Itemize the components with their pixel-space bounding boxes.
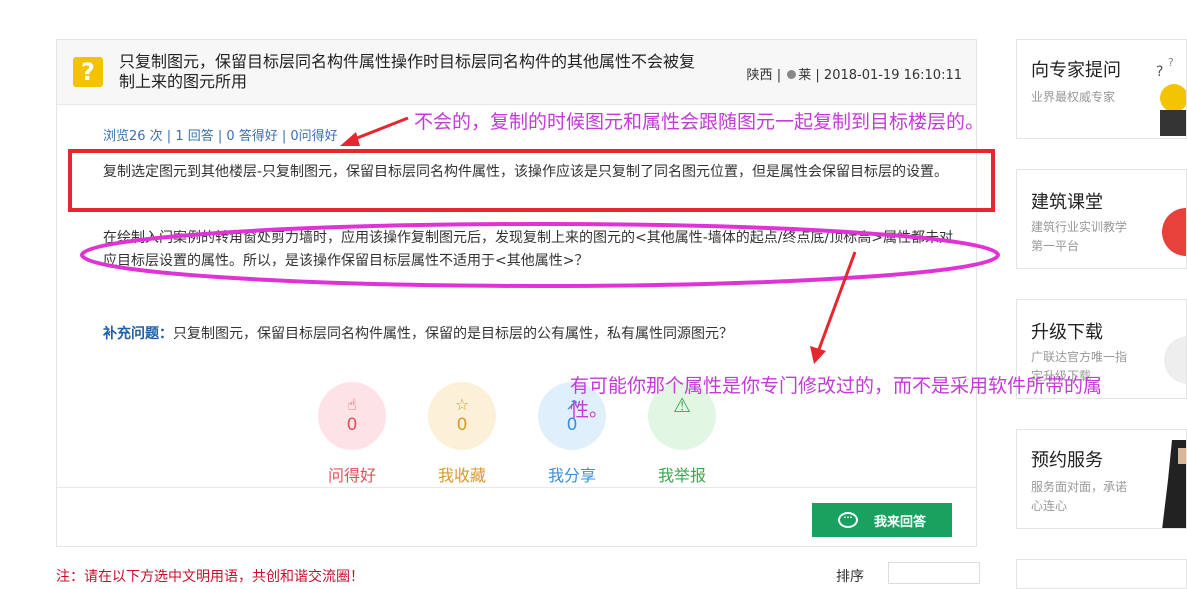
good-question-count: 0 [346,415,358,435]
sidebar-item-title[interactable]: 建筑课堂 [1031,188,1103,214]
action-circle[interactable]: ☆ 0 [428,382,496,450]
question-paragraph-2: 在绘制入门案例的转角窗处剪力墙时，应用该操作复制图元后，发现复制上来的图元的<其… [103,230,953,269]
good-question-label[interactable]: 问得好 [308,462,396,486]
supplement-label: 补充问题： [103,326,173,342]
civil-notice: 注：请在以下方选中文明用语，共创和谐交流圈！ [56,569,364,585]
svg-text:?: ? [1168,56,1174,69]
star-icon: ☆ [454,395,470,414]
favorite-count: 0 [456,415,468,435]
question-mark-icon: ? [73,57,103,87]
supplement-text: 只复制图元，保留目标层同名构件属性，保留的是目标层的公有属性，私有属性同源图元？ [173,326,733,342]
annotation-note-2: 有可能你那个属性是你专门修改过的，而不是采用软件所带的属性。 [570,375,1103,421]
question-meta: 陕西 | 莱 | 2018-01-19 16:10:11 [747,64,962,83]
question-header: ? 只复制图元，保留目标层同名构件属性操作时目标层同名构件的其他属性不会被复制上… [57,40,976,105]
supplement-question: 补充问题：只复制图元，保留目标层同名构件属性，保留的是目标层的公有属性，私有属性… [103,323,733,343]
sidebar-item-desc: 业界最权威专家 [1031,90,1116,104]
sort-label: 排序 [836,569,864,585]
action-favorite[interactable]: ☆ 0 我收藏 [428,382,496,486]
sidebar-ask-expert[interactable]: 向专家提问 业界最权威专家 ? ? [1016,39,1187,139]
post-datetime: 2018-01-19 16:10:11 [823,68,962,83]
user-icon [787,70,797,79]
sidebar-item-title[interactable]: 升级下载 [1031,318,1103,344]
card-divider [57,487,976,488]
sidebar-item-title[interactable]: 向专家提问 [1031,56,1121,82]
annotation-note-1: 不会的，复制的时候图元和属性会跟随图元一起复制到目标楼层的。 [414,111,985,133]
sidebar-appointment-service[interactable]: 预约服务 服务面对面，承诺心连心 [1016,429,1187,529]
expert-mascot-icon: ? ? [1156,56,1186,136]
meta-separator: | [815,68,820,83]
sidebar-building-class[interactable]: 建筑课堂 建筑行业实训教学第一平台 [1016,169,1187,269]
question-stats: 浏览26 次 | 1 回答 | 0 答得好 | 0问得好 [103,129,338,144]
sort-select[interactable] [888,562,980,584]
favorite-label[interactable]: 我收藏 [418,462,506,486]
sidebar-next-card [1016,559,1187,589]
sidebar-item-desc: 服务面对面，承诺心连心 [1031,480,1128,513]
download-icon [1164,336,1186,384]
meta-separator: | [776,68,782,83]
sidebar-item-desc: 建筑行业实训教学第一平台 [1031,220,1128,253]
sidebar-item-title[interactable]: 预约服务 [1031,446,1103,472]
thumbs-up-icon: ☝ [347,395,357,414]
answer-button-label: 我来回答 [873,514,926,530]
chat-icon: ··· [837,512,858,528]
question-paragraph-1: 复制选定图元到其他楼层-只复制图元，保留目标层同名构件属性，该操作应该是只复制了… [103,164,949,180]
report-label[interactable]: 我举报 [638,462,726,486]
share-label[interactable]: 我分享 [528,462,616,486]
asker-name[interactable]: 莱 [798,68,811,83]
svg-text:?: ? [1156,64,1163,80]
answer-button[interactable]: ··· 我来回答 [812,503,952,537]
service-person-icon [1162,440,1186,528]
region-label: 陕西 [746,68,773,83]
question-title: 只复制图元，保留目标层同名构件属性操作时目标层同名构件的其他属性不会被复制上来的… [119,52,696,91]
classroom-icon [1162,208,1186,256]
action-good-question[interactable]: ☝ 0 问得好 [318,382,386,486]
action-circle[interactable]: ☝ 0 [318,382,386,450]
